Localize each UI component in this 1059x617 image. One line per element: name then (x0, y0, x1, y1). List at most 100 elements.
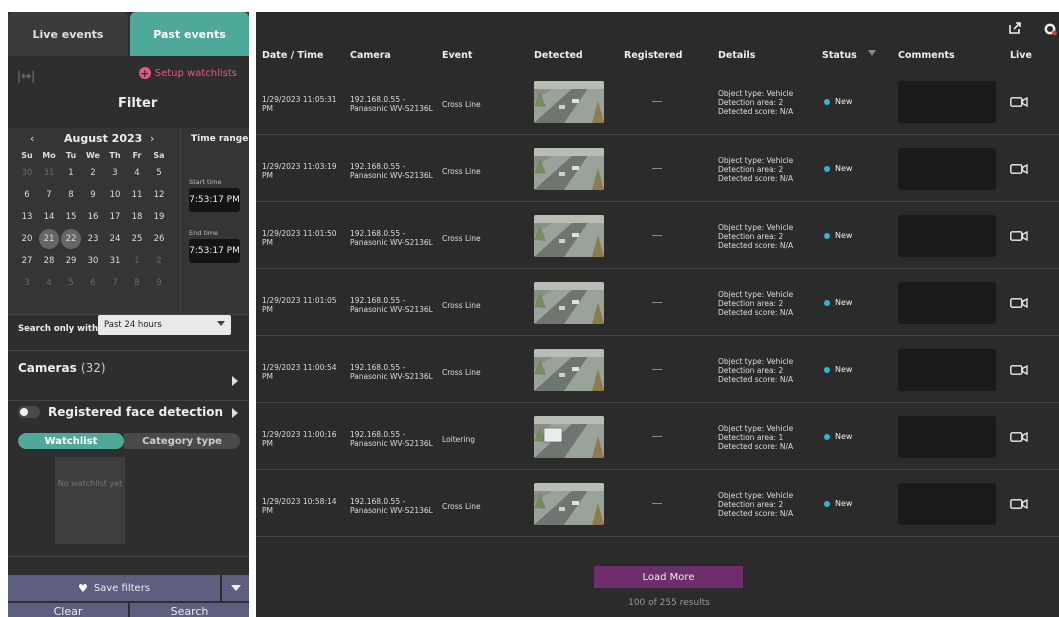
detection-thumbnail[interactable] (534, 81, 604, 123)
column-header-event[interactable]: Event (442, 50, 472, 61)
comments-field[interactable] (898, 282, 996, 324)
column-header-comments[interactable]: Comments (898, 50, 955, 61)
live-video-camera-icon[interactable] (1010, 231, 1028, 241)
face-detection-toggle[interactable] (18, 406, 40, 418)
calendar-day[interactable]: 9 (82, 184, 104, 206)
detection-thumbnail[interactable] (534, 416, 604, 458)
calendar-day[interactable]: 15 (60, 206, 82, 228)
status-badge[interactable]: New (824, 164, 852, 173)
collapse-panel-icon[interactable]: |↔| (17, 69, 35, 83)
calendar-day[interactable]: 27 (16, 250, 38, 272)
start-time-input[interactable]: 7:53:17 PM (189, 188, 240, 212)
calendar-day-selected[interactable]: 22 (61, 229, 81, 249)
table-row[interactable]: 1/29/2023 11:01:50 PM 192.168.0.55 - Pan… (256, 202, 1059, 269)
detection-thumbnail[interactable] (534, 215, 604, 257)
chevron-right-icon[interactable] (232, 408, 238, 418)
search-button[interactable]: Search (130, 603, 249, 617)
calendar-day[interactable]: 16 (82, 206, 104, 228)
live-video-camera-icon[interactable] (1010, 164, 1028, 174)
calendar-day[interactable]: 11 (126, 184, 148, 206)
clear-button[interactable]: Clear (8, 603, 128, 617)
search-within-select[interactable]: Past 24 hours (98, 315, 231, 335)
detection-thumbnail[interactable] (534, 148, 604, 190)
table-row[interactable]: 1/29/2023 11:05:31 PM 192.168.0.55 - Pan… (256, 68, 1059, 135)
cameras-section[interactable]: Cameras (32) (8, 350, 249, 392)
calendar-day[interactable]: 5 (148, 162, 170, 184)
calendar-day[interactable]: 2 (148, 250, 170, 272)
calendar-prev-month-button[interactable]: ‹ (30, 132, 34, 145)
calendar-day[interactable]: 25 (126, 228, 148, 250)
comments-field[interactable] (898, 416, 996, 458)
calendar-day[interactable]: 4 (38, 272, 60, 294)
calendar-day[interactable]: 20 (16, 228, 38, 250)
calendar-day[interactable]: 6 (82, 272, 104, 294)
table-row[interactable]: 1/29/2023 10:58:14 PM 192.168.0.55 - Pan… (256, 470, 1059, 537)
status-badge[interactable]: New (824, 365, 852, 374)
table-row[interactable]: 1/29/2023 11:00:54 PM 192.168.0.55 - Pan… (256, 336, 1059, 403)
status-badge[interactable]: New (824, 499, 852, 508)
calendar-day[interactable]: 29 (60, 250, 82, 272)
calendar-day[interactable]: 17 (104, 206, 126, 228)
calendar-day[interactable]: 2 (82, 162, 104, 184)
live-video-camera-icon[interactable] (1010, 499, 1028, 509)
calendar-day[interactable]: 3 (104, 162, 126, 184)
calendar-day[interactable]: 23 (82, 228, 104, 250)
calendar-day[interactable]: 28 (38, 250, 60, 272)
column-header-registered[interactable]: Registered (624, 50, 682, 61)
column-header-status[interactable]: Status (822, 50, 857, 61)
category-type-tab[interactable]: Category type (124, 433, 240, 449)
calendar-day[interactable]: 30 (82, 250, 104, 272)
calendar-day[interactable]: 26 (148, 228, 170, 250)
save-filters-dropdown-button[interactable] (222, 575, 249, 601)
column-header-date[interactable]: Date / Time (262, 50, 323, 61)
live-video-camera-icon[interactable] (1010, 97, 1028, 107)
calendar-day[interactable]: 8 (126, 272, 148, 294)
table-row[interactable]: 1/29/2023 11:03:19 PM 192.168.0.55 - Pan… (256, 135, 1059, 202)
live-video-camera-icon[interactable] (1010, 432, 1028, 442)
save-filters-button[interactable]: ♥ Save filters (8, 575, 220, 601)
calendar-day[interactable]: 7 (104, 272, 126, 294)
status-badge[interactable]: New (824, 97, 852, 106)
status-badge[interactable]: New (824, 231, 852, 240)
load-more-button[interactable]: Load More (594, 566, 743, 588)
detection-thumbnail[interactable] (534, 349, 604, 391)
column-header-detected[interactable]: Detected (534, 50, 583, 61)
live-video-camera-icon[interactable] (1010, 298, 1028, 308)
calendar-day[interactable]: 3 (16, 272, 38, 294)
calendar-day[interactable]: 30 (16, 162, 38, 184)
comments-field[interactable] (898, 81, 996, 123)
calendar-day[interactable]: 1 (126, 250, 148, 272)
calendar-next-month-button[interactable]: › (150, 132, 154, 145)
calendar-day[interactable]: 31 (104, 250, 126, 272)
calendar-day[interactable]: 18 (126, 206, 148, 228)
calendar-day[interactable]: 12 (148, 184, 170, 206)
calendar-day[interactable]: 8 (60, 184, 82, 206)
column-header-details[interactable]: Details (718, 50, 755, 61)
filter-funnel-icon[interactable] (868, 50, 876, 56)
calendar-day[interactable]: 4 (126, 162, 148, 184)
comments-field[interactable] (898, 483, 996, 525)
calendar-day[interactable]: 19 (148, 206, 170, 228)
calendar-day[interactable]: 7 (38, 184, 60, 206)
watchlist-tab[interactable]: Watchlist (18, 433, 124, 449)
tab-past-events[interactable]: Past events (130, 12, 249, 56)
table-row[interactable]: 1/29/2023 11:01:05 PM 192.168.0.55 - Pan… (256, 269, 1059, 336)
column-header-live[interactable]: Live (1010, 50, 1032, 61)
calendar-day[interactable]: 14 (38, 206, 60, 228)
gear-icon[interactable] (1043, 22, 1057, 36)
comments-field[interactable] (898, 215, 996, 257)
status-badge[interactable]: New (824, 432, 852, 441)
detection-thumbnail[interactable] (534, 483, 604, 525)
table-row[interactable]: 1/29/2023 11:00:16 PM 192.168.0.55 - Pan… (256, 403, 1059, 470)
calendar-day[interactable]: 10 (104, 184, 126, 206)
calendar-day[interactable]: 1 (60, 162, 82, 184)
calendar-day[interactable]: 9 (148, 272, 170, 294)
comments-field[interactable] (898, 148, 996, 190)
column-header-camera[interactable]: Camera (350, 50, 391, 61)
calendar-day[interactable]: 6 (16, 184, 38, 206)
calendar-day[interactable]: 31 (38, 162, 60, 184)
calendar-day[interactable]: 5 (60, 272, 82, 294)
detection-thumbnail[interactable] (534, 282, 604, 324)
tab-live-events[interactable]: Live events (8, 12, 128, 56)
calendar-month-title[interactable]: August 2023 (64, 132, 142, 145)
